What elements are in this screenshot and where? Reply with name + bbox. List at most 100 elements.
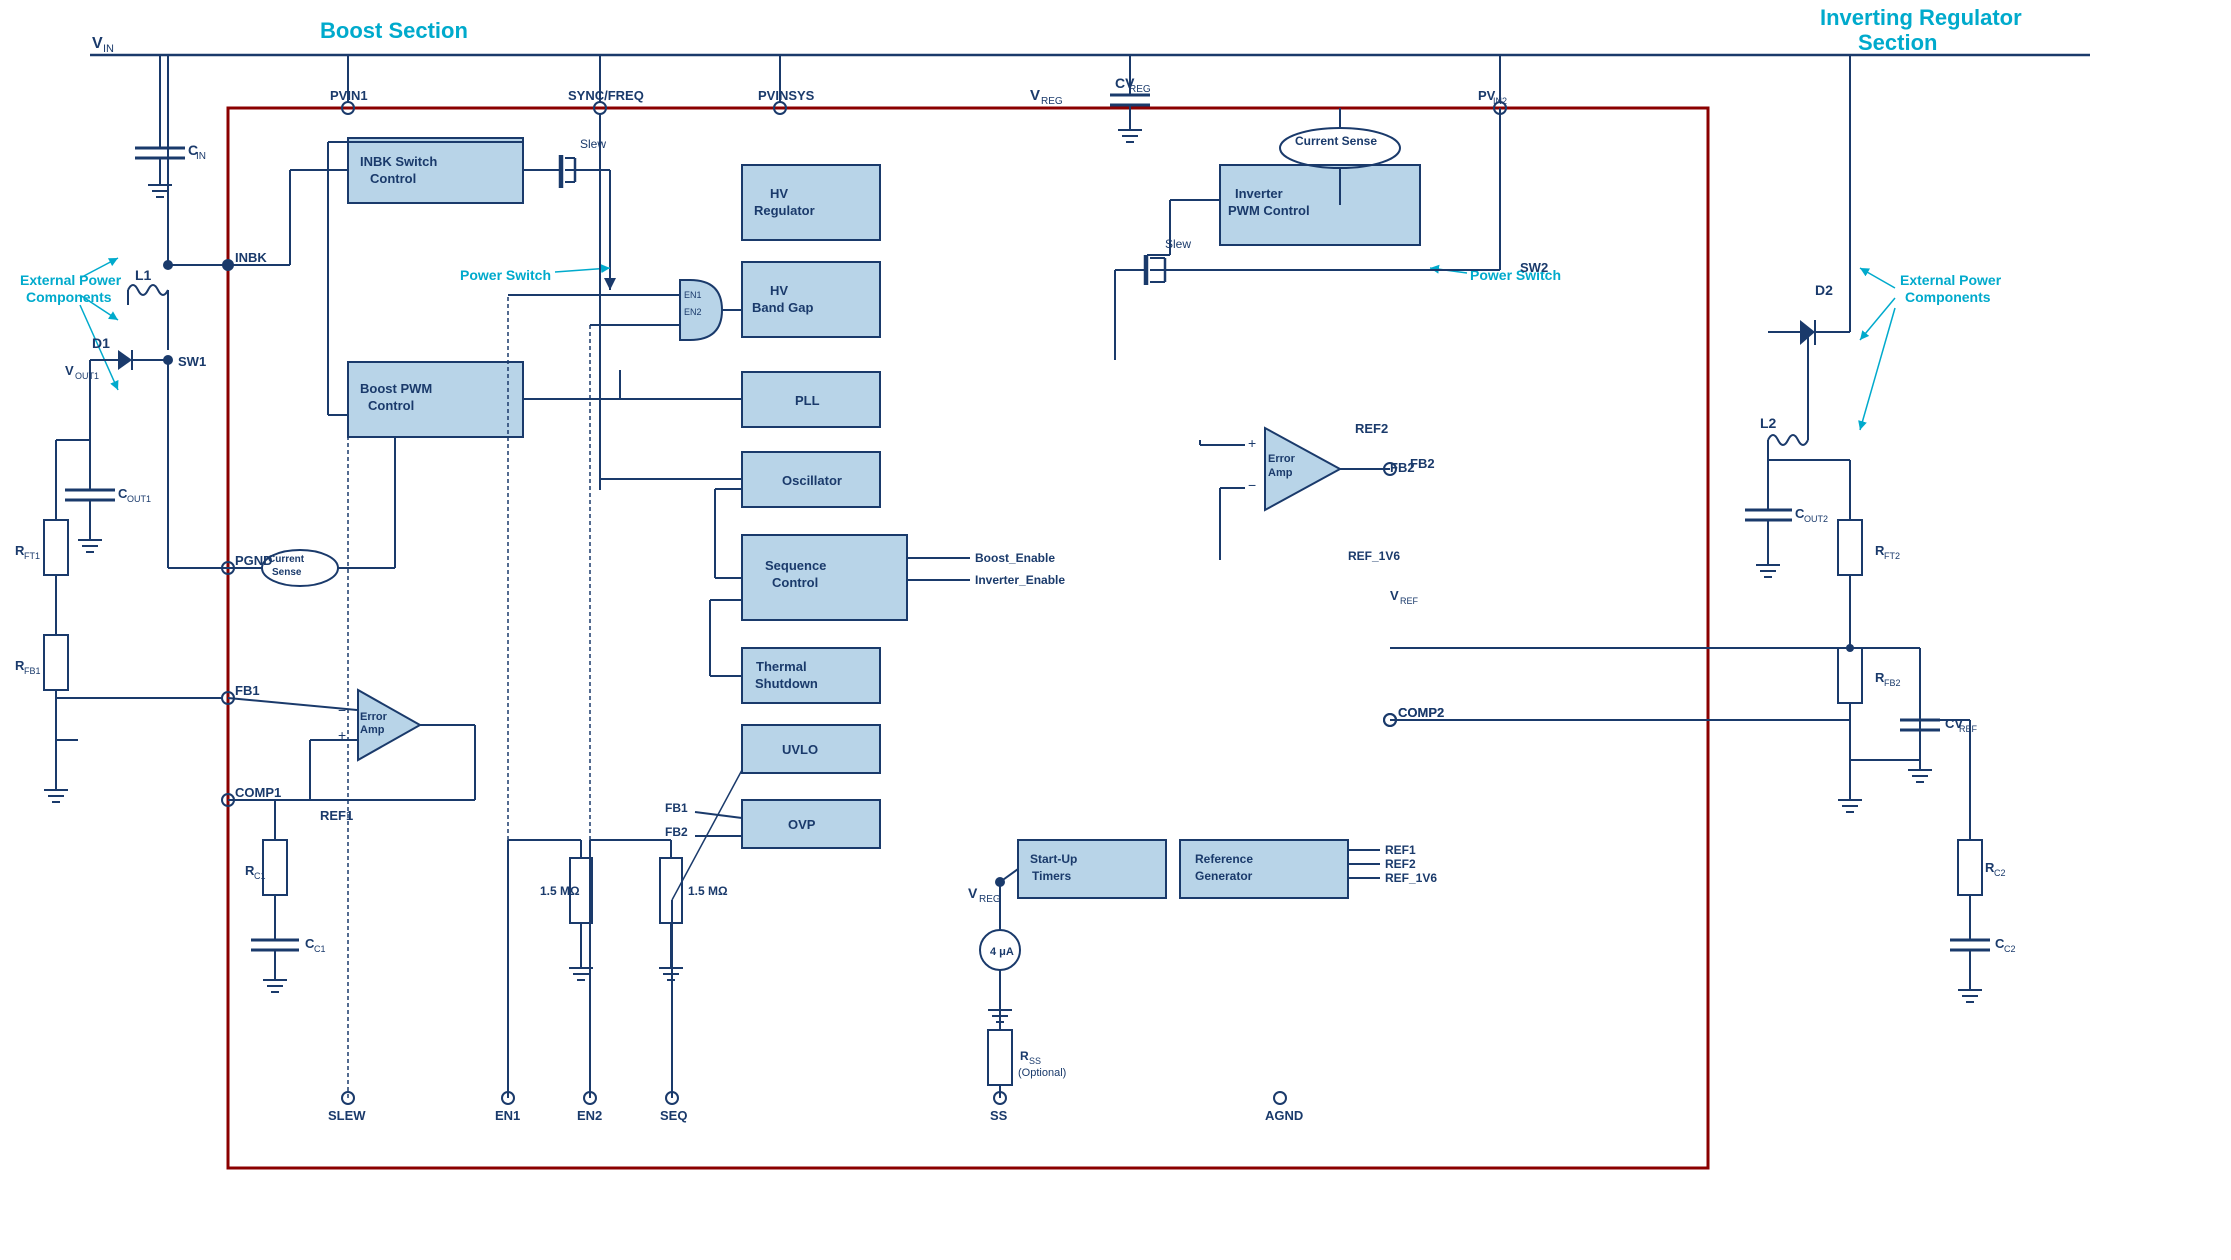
inbk-switch-block: INBK Switch <box>360 154 437 169</box>
en2-pin-label: EN2 <box>577 1108 602 1123</box>
en1-pin-label: EN1 <box>495 1108 520 1123</box>
pgnd-label: PGND <box>235 553 273 568</box>
error-amp-right-label: Error <box>1268 453 1296 465</box>
svg-text:Control: Control <box>370 171 416 186</box>
vin-label: V <box>92 35 103 52</box>
svg-text:Band Gap: Band Gap <box>752 300 813 315</box>
vreg-side-sub: REG <box>979 894 1001 905</box>
inbk-label: INBK <box>235 250 267 265</box>
comp1-label: COMP1 <box>235 785 281 800</box>
current-4ua-label: 4 μA <box>990 946 1014 958</box>
cout1-sub: OUT1 <box>127 494 151 504</box>
seq-pin-label: SEQ <box>660 1108 687 1123</box>
cc1-sub: C1 <box>314 944 326 954</box>
cin-sub: IN <box>196 151 206 162</box>
startup-timers-block: Start-Up <box>1030 852 1077 866</box>
ref-gen-block: Reference <box>1195 852 1253 866</box>
seq-control-block: Sequence <box>765 558 826 573</box>
fb1-ovp-label: FB1 <box>665 801 688 815</box>
vreg-side-label: V <box>968 885 978 901</box>
cout2-sub: OUT2 <box>1804 514 1828 524</box>
sw2-label: SW2 <box>1520 260 1548 275</box>
ref-1v6-label: REF_1V6 <box>1348 549 1400 563</box>
svg-text:−: − <box>338 702 346 718</box>
svg-text:Regulator: Regulator <box>754 203 815 218</box>
vreg-label: V <box>1030 87 1040 104</box>
slew-left-label: Slew <box>580 137 606 151</box>
svg-text:Generator: Generator <box>1195 869 1253 883</box>
rss-label: R <box>1020 1049 1029 1063</box>
circuit-diagram: Boost Section Inverting Regulator Sectio… <box>0 0 2231 1260</box>
fb2-ovp-label: FB2 <box>665 825 688 839</box>
agnd-pin-label: AGND <box>1265 1108 1303 1123</box>
svg-text:Control: Control <box>368 398 414 413</box>
slew-right-label: Slew <box>1165 237 1191 251</box>
vout1-label: V <box>65 363 74 378</box>
slew-pin-label: SLEW <box>328 1108 366 1123</box>
error-amp-left-label: Error <box>360 711 388 723</box>
d2-label: D2 <box>1815 282 1833 298</box>
rft1-sub: FT1 <box>24 551 40 561</box>
vref-right-label: V <box>1390 588 1399 603</box>
thermal-shutdown-block: Thermal <box>756 659 807 674</box>
svg-text:PWM Control: PWM Control <box>1228 203 1310 218</box>
fb2-pin-label: FB2 <box>1410 456 1435 471</box>
sync-freq-label: SYNC/FREQ <box>568 88 644 103</box>
ext-power-right: External Power <box>1900 272 2002 288</box>
inverter-enable-label: Inverter_Enable <box>975 573 1065 587</box>
error-amp-left-label2: Amp <box>360 724 385 736</box>
boost-section-title: Boost Section <box>320 18 468 43</box>
vin-sub: IN <box>103 43 114 55</box>
rss-optional-label: (Optional) <box>1018 1067 1066 1079</box>
ext-power-left2: Components <box>26 289 112 305</box>
boost-pwm-block: Boost PWM <box>360 381 432 396</box>
hv-bandgap-block: HV <box>770 283 788 298</box>
inverter-pwm-block: Inverter <box>1235 186 1283 201</box>
boost-enable-label: Boost_Enable <box>975 551 1055 565</box>
vref-right-sub: REF <box>1400 596 1419 606</box>
oscillator-block: Oscillator <box>782 473 842 488</box>
pvinsys-label: PVINSYS <box>758 88 815 103</box>
rfb2-sub: FB2 <box>1884 678 1901 688</box>
res-1m5-right-label: 1.5 MΩ <box>688 884 728 898</box>
ref2-amp-label: REF2 <box>1355 421 1388 436</box>
svg-text:Shutdown: Shutdown <box>755 676 818 691</box>
hv-reg-block: HV <box>770 186 788 201</box>
svg-text:EN2: EN2 <box>684 307 702 317</box>
svg-text:−: − <box>1248 477 1256 493</box>
power-switch-left-label: Power Switch <box>460 267 551 283</box>
ref-1v6-out-label: REF_1V6 <box>1385 871 1437 885</box>
svg-text:Amp: Amp <box>1268 467 1293 479</box>
vout1-sub: OUT1 <box>75 371 99 381</box>
vreg-sub: REG <box>1041 96 1063 107</box>
fb1-label: FB1 <box>235 683 260 698</box>
l1-label: L1 <box>135 267 152 283</box>
svg-text:Sense: Sense <box>272 567 302 578</box>
inverting-section-title2: Section <box>1858 30 1937 55</box>
comp2-side-label: COMP2 <box>1398 705 1444 720</box>
sw1-label: SW1 <box>178 354 206 369</box>
d1-label: D1 <box>92 335 110 351</box>
svg-text:Control: Control <box>772 575 818 590</box>
ext-power-left: External Power <box>20 272 122 288</box>
ss-pin-label: SS <box>990 1108 1008 1123</box>
svg-text:Timers: Timers <box>1032 869 1071 883</box>
rfb1-sub: FB1 <box>24 666 41 676</box>
rc2-sub: C2 <box>1994 868 2006 878</box>
ext-power-right2: Components <box>1905 289 1991 305</box>
svg-text:+: + <box>1248 435 1256 451</box>
en1-gate: EN1 <box>684 290 702 300</box>
cvreg-top-sub: REG <box>1129 84 1151 95</box>
cc2-sub: C2 <box>2004 944 2016 954</box>
current-sense-right: Current Sense <box>1295 134 1377 148</box>
current-sense-left: Current <box>268 554 305 565</box>
ref1-out-label: REF1 <box>1385 843 1416 857</box>
cvref-sub: REF <box>1959 724 1978 734</box>
ref2-out-label: REF2 <box>1385 857 1416 871</box>
res-1m5-left-label: 1.5 MΩ <box>540 884 580 898</box>
rc1-sub: C1 <box>254 871 266 881</box>
inverting-section-title: Inverting Regulator <box>1820 5 2022 30</box>
ovp-block: OVP <box>788 817 816 832</box>
rft2-sub: FT2 <box>1884 551 1900 561</box>
rss-sub: SS <box>1029 1056 1041 1066</box>
